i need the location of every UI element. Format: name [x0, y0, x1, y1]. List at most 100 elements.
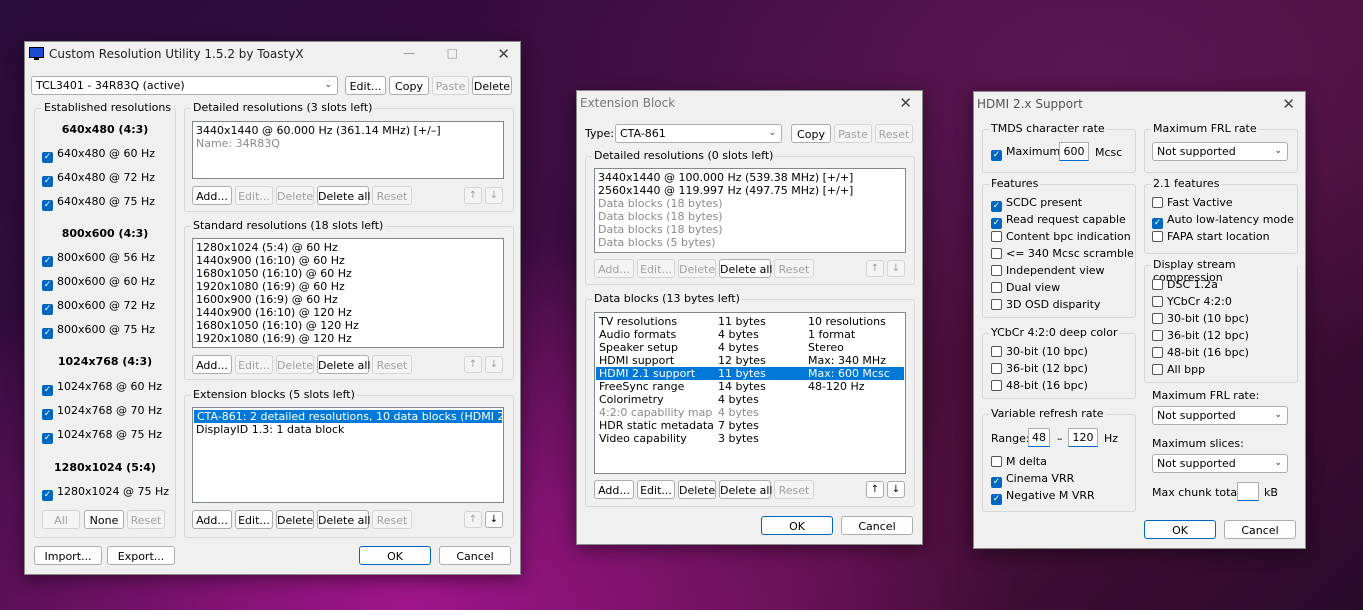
range-max-input[interactable]: 120: [1068, 428, 1098, 447]
extension-titlebar[interactable]: Extension Block ✕: [577, 91, 922, 117]
frl2-select[interactable]: Not supported ⌄: [1152, 406, 1288, 425]
established-checkbox[interactable]: ✓ 800x600 @ 72 Hz: [42, 299, 155, 315]
option-checkbox[interactable]: ✓ Auto low-latency mode: [1152, 213, 1294, 229]
option-checkbox[interactable]: <= 340 Mcsc scramble: [991, 247, 1134, 261]
extension-add-button[interactable]: Add...: [192, 510, 232, 529]
detailed-delete-button[interactable]: Delete: [276, 186, 314, 205]
option-checkbox[interactable]: Independent view: [991, 264, 1105, 278]
arrow-down-icon[interactable]: ↓: [485, 511, 503, 528]
detailed-delete-all-button[interactable]: Delete all: [317, 186, 371, 205]
list-item[interactable]: 3440x1440 @ 60.000 Hz (361.14 MHz) [+/–]: [193, 124, 503, 137]
table-row[interactable]: Speaker setup 4 bytes Stereo: [596, 341, 904, 354]
monitor-select[interactable]: TCL3401 - 34R83Q (active) ⌄: [31, 76, 338, 95]
arrow-up-icon[interactable]: ↑: [464, 187, 482, 204]
import-button[interactable]: Import...: [34, 546, 102, 565]
extension-list[interactable]: CTA-861: 2 detailed resolutions, 10 data…: [192, 407, 504, 503]
option-checkbox[interactable]: M delta: [991, 455, 1047, 469]
table-row[interactable]: HDR static metadata 7 bytes: [596, 419, 904, 432]
option-checkbox[interactable]: 36-bit (12 bpc): [1152, 329, 1249, 343]
option-checkbox[interactable]: 48-bit (16 bpc): [991, 379, 1088, 393]
data-add-button[interactable]: Add...: [594, 480, 634, 499]
cru-titlebar[interactable]: Custom Resolution Utility 1.5.2 by Toast…: [25, 42, 520, 68]
arrow-down-icon[interactable]: ↓: [887, 260, 905, 277]
list-item[interactable]: 1680x1050 (16:10) @ 120 Hz: [193, 319, 503, 332]
list-item[interactable]: 3440x1440 @ 100.000 Hz (539.38 MHz) [+/+…: [595, 171, 905, 184]
hdmi-titlebar[interactable]: HDMI 2.x Support ✕: [974, 92, 1305, 118]
list-item[interactable]: Data blocks (18 bytes): [595, 223, 905, 236]
established-checkbox[interactable]: ✓ 800x600 @ 60 Hz: [42, 275, 155, 291]
option-checkbox[interactable]: FAPA start location: [1152, 230, 1270, 244]
data-reset-button[interactable]: Reset: [774, 480, 814, 499]
list-item[interactable]: Data blocks (18 bytes): [595, 197, 905, 210]
close-icon[interactable]: ✕: [1282, 95, 1295, 113]
edit-monitor-button[interactable]: Edit...: [345, 76, 386, 95]
close-icon[interactable]: ✕: [899, 94, 912, 112]
arrow-down-icon[interactable]: ↓: [485, 356, 503, 373]
type-select[interactable]: CTA-861 ⌄: [615, 124, 782, 143]
option-checkbox[interactable]: Content bpc indication: [991, 230, 1131, 244]
list-item[interactable]: CTA-861: 2 detailed resolutions, 10 data…: [194, 410, 503, 423]
extension-reset-button[interactable]: Reset: [372, 510, 412, 529]
table-row[interactable]: Audio formats 4 bytes 1 format: [596, 328, 904, 341]
export-button[interactable]: Export...: [107, 546, 175, 565]
extension-delete-all-button[interactable]: Delete all: [317, 510, 371, 529]
arrow-up-icon[interactable]: ↑: [464, 356, 482, 373]
option-checkbox[interactable]: 48-bit (16 bpc): [1152, 346, 1249, 360]
ext-detailed-add-button[interactable]: Add...: [594, 259, 634, 278]
arrow-down-icon[interactable]: ↓: [887, 481, 905, 498]
option-checkbox[interactable]: All bpp: [1152, 363, 1205, 377]
maximize-icon[interactable]: □: [447, 46, 458, 60]
maximum-checkbox[interactable]: ✓ Maximum:: [991, 145, 1064, 161]
copy-button[interactable]: Copy: [791, 124, 831, 143]
table-row[interactable]: TV resolutions 11 bytes 10 resolutions: [596, 315, 904, 328]
list-item[interactable]: Data blocks (5 bytes): [595, 236, 905, 249]
list-item[interactable]: 1680x1050 (16:10) @ 60 Hz: [193, 267, 503, 280]
list-item[interactable]: Data blocks (18 bytes): [595, 210, 905, 223]
none-button[interactable]: None: [84, 510, 124, 529]
detailed-edit-button[interactable]: Edit...: [235, 186, 273, 205]
list-item[interactable]: 1440x900 (16:10) @ 120 Hz: [193, 306, 503, 319]
list-item[interactable]: 1440x900 (16:10) @ 60 Hz: [193, 254, 503, 267]
ext-detailed-edit-button[interactable]: Edit...: [637, 259, 675, 278]
paste-button[interactable]: Paste: [432, 76, 469, 95]
cancel-button[interactable]: Cancel: [439, 546, 511, 565]
close-icon[interactable]: ✕: [497, 45, 510, 63]
ext-detailed-reset-button[interactable]: Reset: [774, 259, 814, 278]
standard-delete-button[interactable]: Delete: [276, 355, 314, 374]
option-checkbox[interactable]: ✓ Negative M VRR: [991, 489, 1095, 505]
option-checkbox[interactable]: ✓ SCDC present: [991, 196, 1082, 212]
chunk-input[interactable]: [1237, 482, 1259, 501]
ext-detailed-list[interactable]: 3440x1440 @ 100.000 Hz (539.38 MHz) [+/+…: [594, 168, 906, 253]
reset-button[interactable]: Reset: [875, 124, 913, 143]
established-checkbox[interactable]: ✓ 1024x768 @ 70 Hz: [42, 404, 162, 420]
established-checkbox[interactable]: ✓ 800x600 @ 56 Hz: [42, 251, 155, 267]
table-row[interactable]: FreeSync range 14 bytes 48-120 Hz: [596, 380, 904, 393]
option-checkbox[interactable]: Dual view: [991, 281, 1060, 295]
data-blocks-list[interactable]: TV resolutions 11 bytes 10 resolutions Audi…: [594, 312, 906, 474]
detailed-reset-button[interactable]: Reset: [372, 186, 412, 205]
list-item[interactable]: 2560x1440 @ 119.997 Hz (497.75 MHz) [+/+…: [595, 184, 905, 197]
standard-add-button[interactable]: Add...: [192, 355, 232, 374]
list-item[interactable]: 1920x1080 (16:9) @ 60 Hz: [193, 280, 503, 293]
established-checkbox[interactable]: ✓ 640x480 @ 72 Hz: [42, 171, 155, 187]
ext-detailed-delete-all-button[interactable]: Delete all: [719, 259, 773, 278]
extension-edit-button[interactable]: Edit...: [235, 510, 273, 529]
standard-delete-all-button[interactable]: Delete all: [317, 355, 371, 374]
option-checkbox[interactable]: 30-bit (10 bpc): [1152, 312, 1249, 326]
data-delete-button[interactable]: Delete: [678, 480, 716, 499]
list-item[interactable]: 1280x1024 (5:4) @ 60 Hz: [193, 241, 503, 254]
slices-select[interactable]: Not supported ⌄: [1152, 454, 1288, 473]
list-item[interactable]: 1600x900 (16:9) @ 60 Hz: [193, 293, 503, 306]
range-min-input[interactable]: 48: [1028, 428, 1050, 447]
table-row[interactable]: Colorimetry 4 bytes: [596, 393, 904, 406]
data-edit-button[interactable]: Edit...: [637, 480, 675, 499]
arrow-up-icon[interactable]: ↑: [866, 260, 884, 277]
option-checkbox[interactable]: YCbCr 4:2:0: [1152, 295, 1232, 309]
max-tmds-input[interactable]: 600: [1059, 142, 1089, 161]
list-item[interactable]: Name: 34R83Q: [193, 137, 503, 150]
table-row[interactable]: HDMI 2.1 support 11 bytes Max: 600 Mcsc: [596, 367, 904, 380]
option-checkbox[interactable]: DSC 1.2a: [1152, 278, 1218, 292]
all-button[interactable]: All: [42, 510, 80, 529]
established-checkbox[interactable]: ✓ 640x480 @ 75 Hz: [42, 195, 155, 211]
table-row[interactable]: HDMI support 12 bytes Max: 340 MHz: [596, 354, 904, 367]
